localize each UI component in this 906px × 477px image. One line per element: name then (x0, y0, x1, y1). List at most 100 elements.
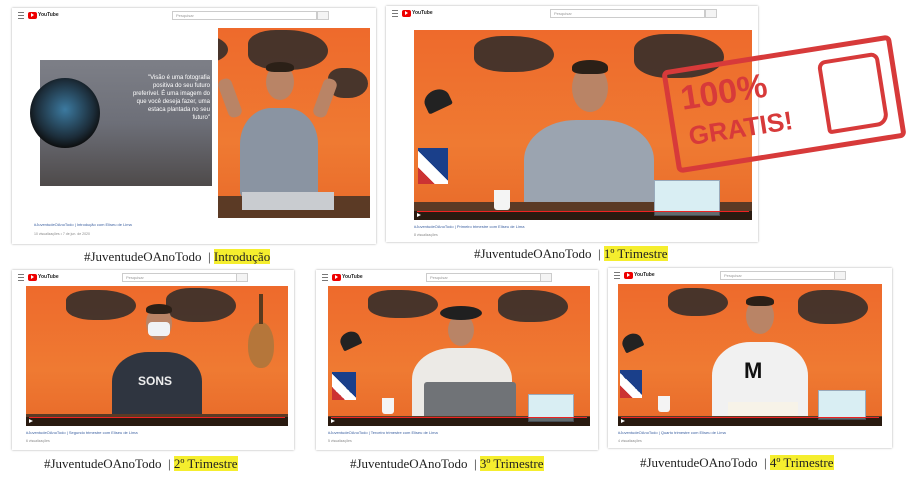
desk-lamp (619, 330, 645, 354)
player-controls[interactable] (414, 211, 752, 220)
world-map-decor (368, 290, 438, 318)
face-mask (148, 322, 170, 336)
youtube-header: YouTube Pesquisar (12, 270, 294, 284)
video-stats: 6 visualizações (26, 439, 50, 443)
search-button[interactable] (317, 11, 329, 20)
youtube-logo[interactable]: YouTube (28, 273, 59, 281)
menu-icon[interactable] (614, 272, 620, 279)
monitor (818, 390, 866, 420)
player-controls[interactable] (328, 417, 590, 426)
video-title[interactable]: #JuventudeOAnoTodo | Terceiro trimestre … (328, 430, 438, 435)
youtube-play-icon (402, 9, 411, 17)
play-icon[interactable] (331, 419, 335, 423)
video-stats: 8 visualizações (414, 233, 438, 237)
progress-bar[interactable] (29, 417, 285, 418)
arm-left (216, 76, 244, 120)
youtube-header: YouTube Pesquisar (608, 268, 892, 282)
play-icon[interactable] (29, 419, 33, 423)
quote-text: "Visão é uma fotografia positiva do seu … (132, 75, 210, 121)
player-controls[interactable] (618, 417, 882, 426)
progress-bar[interactable] (621, 417, 879, 418)
video-player[interactable]: SONS (26, 286, 288, 426)
mug (494, 190, 510, 210)
youtube-play-icon (332, 273, 341, 281)
world-map-decor (798, 290, 868, 324)
menu-icon[interactable] (18, 12, 24, 19)
search-button[interactable] (834, 271, 846, 280)
caption-label: Introdução (213, 249, 271, 264)
caption-label: 4º Trimestre (769, 455, 834, 470)
youtube-play-icon (28, 273, 37, 281)
menu-icon[interactable] (18, 274, 24, 281)
player-controls[interactable] (26, 417, 288, 426)
search-input[interactable]: Pesquisar (720, 271, 835, 280)
youtube-logo[interactable]: YouTube (624, 271, 655, 279)
caption-q4: #JuventudeOAnoTodo | 4º Trimestre (640, 455, 834, 470)
video-stats: 10 visualizações • 7 de jun. de 2020 (34, 232, 90, 236)
caption-intro: #JuventudeOAnoTodo | Introdução (84, 249, 271, 264)
presenter-hair (572, 60, 608, 74)
screenshot-q3: YouTube Pesquisar #JuventudeOAnoTodo | T… (316, 270, 598, 450)
search-input[interactable]: Pesquisar (550, 9, 705, 18)
screenshot-q2: YouTube Pesquisar SONS #JuventudeOAnoTod… (12, 270, 294, 450)
progress-bar[interactable] (417, 211, 749, 212)
guitar (248, 322, 274, 368)
presenter (240, 108, 318, 198)
laptop (242, 192, 334, 210)
video-player[interactable] (328, 286, 590, 426)
play-icon[interactable] (417, 213, 421, 217)
video-title[interactable]: #JuventudeOAnoTodo | Quarto trimestre co… (618, 430, 726, 435)
youtube-play-icon (28, 11, 37, 19)
book-flag (332, 372, 356, 400)
menu-icon[interactable] (392, 10, 398, 17)
mug (382, 398, 394, 414)
presenter-hair (746, 296, 774, 306)
youtube-logo[interactable]: YouTube (28, 11, 59, 19)
book-flag (620, 370, 642, 398)
world-map-decor (498, 290, 568, 322)
lens-image (30, 78, 100, 148)
world-map-decor (474, 36, 554, 72)
presenter-hair (266, 62, 294, 72)
caption-label: 2º Trimestre (173, 456, 238, 471)
youtube-header: YouTube Pesquisar (386, 6, 758, 20)
video-stats: 5 visualizações (328, 439, 352, 443)
thumbs-up-icon (816, 51, 890, 135)
world-map-decor (66, 290, 136, 320)
search-input[interactable]: Pesquisar (122, 273, 237, 282)
presenter-hat (440, 306, 482, 320)
video-title[interactable]: #JuventudeOAnoTodo | Segundo trimestre c… (26, 430, 138, 435)
youtube-logo[interactable]: YouTube (332, 273, 363, 281)
shirt-print: M (744, 358, 763, 383)
search-input[interactable]: Pesquisar (426, 273, 541, 282)
quote-panel: "Visão é uma fotografia positiva do seu … (30, 60, 212, 186)
caption-q1: #JuventudeOAnoTodo | 1º Trimestre (474, 246, 668, 261)
menu-icon[interactable] (322, 274, 328, 281)
video-player[interactable]: "Visão é uma fotografia positiva do seu … (18, 28, 370, 218)
book-flag (418, 148, 448, 184)
youtube-header: YouTube Pesquisar (12, 8, 376, 22)
search-button[interactable] (705, 9, 717, 18)
desk-lamp (420, 85, 454, 115)
screenshot-intro: YouTube Pesquisar "Visão é uma fotografi… (12, 8, 376, 244)
progress-bar[interactable] (331, 417, 587, 418)
video-title[interactable]: #JuventudeOAnoTodo | Primeiro trimestre … (414, 224, 524, 229)
shirt-print: SONS (138, 374, 173, 388)
video-title[interactable]: #JuventudeOAnoTodo | Introdução com Elis… (34, 222, 132, 227)
search-button[interactable] (236, 273, 248, 282)
guitar-neck (259, 294, 263, 324)
youtube-header: YouTube Pesquisar (316, 270, 598, 284)
screenshot-q4: YouTube Pesquisar M #JuventudeOAnoTodo |… (608, 268, 892, 448)
youtube-play-icon (624, 271, 633, 279)
caption-label: 3º Trimestre (479, 456, 544, 471)
search-button[interactable] (540, 273, 552, 282)
open-book (728, 402, 798, 416)
video-player[interactable]: M (618, 284, 882, 426)
mug (658, 396, 670, 412)
search-input[interactable]: Pesquisar (172, 11, 317, 20)
world-map-decor (166, 288, 236, 322)
video-stats: 4 visualizações (618, 439, 642, 443)
play-icon[interactable] (621, 419, 625, 423)
desk-lamp (337, 328, 363, 352)
youtube-logo[interactable]: YouTube (402, 9, 433, 17)
